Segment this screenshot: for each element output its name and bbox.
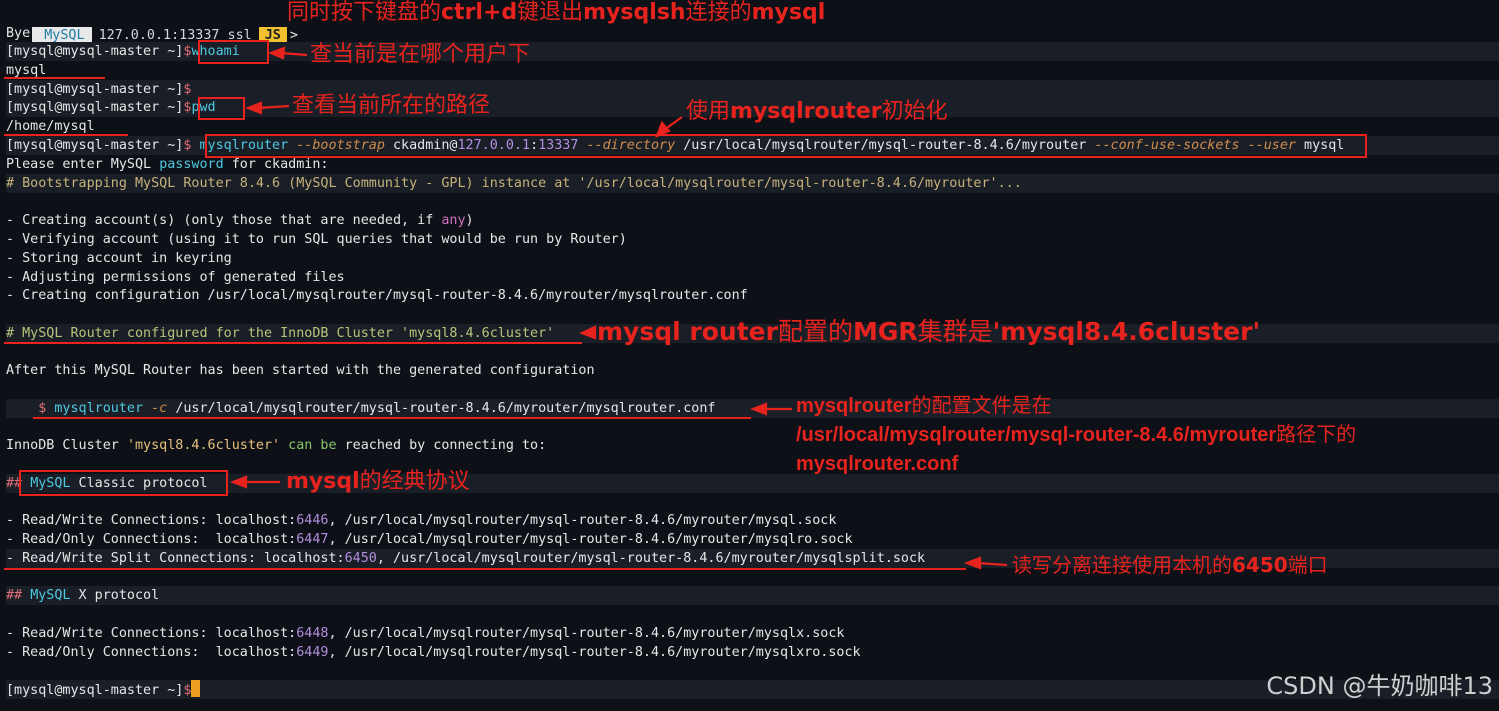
text: 读写分离连接使用本机的 [1012, 553, 1232, 577]
text: 6450 [1232, 553, 1288, 577]
text: 配置的 [777, 317, 853, 346]
text: 键退出 [517, 0, 584, 25]
annotation-exit: 同时按下键盘的ctrl+d键退出mysqlsh连接的mysql [287, 0, 825, 27]
text: mysql [286, 469, 360, 494]
text: mysqlsh [583, 0, 686, 25]
terminal-window[interactable]: MySQL 127.0.0.1:13337 ssl JS > Bye! [mysql@… [0, 0, 1499, 711]
annotation-rw-split: 读写分离连接使用本机的6450端口 [1012, 551, 1328, 579]
annotation-pwd: 查看当前所在的路径 [292, 92, 490, 120]
annotation-init: 使用mysqlrouter初始化 [686, 98, 948, 126]
annotation-mgr-cluster: mysql router配置的MGR集群是'mysql8.4.6cluster' [597, 316, 1260, 348]
annotation-whoami: 查当前是在哪个用户下 [310, 41, 530, 69]
text: 连接的 [685, 0, 752, 25]
text: 的配置文件是在 [911, 395, 1052, 417]
text: mysqlrouter.conf [796, 453, 959, 475]
annotation-config-file: mysqlrouter的配置文件是在/usr/local/mysqlrouter… [796, 392, 1356, 479]
text: 集群是 [917, 317, 993, 346]
text: mysql router [597, 317, 778, 346]
text: 查看当前所在的路径 [292, 93, 491, 118]
text: 的经典协议 [359, 469, 470, 494]
text: /usr/local/mysqlrouter/mysql-router-8.4.… [796, 424, 1277, 446]
text: 同时按下键盘的 [287, 0, 442, 25]
csdn-watermark: CSDN @牛奶咖啡13 [1266, 672, 1493, 700]
text: 查当前是在哪个用户下 [310, 42, 531, 67]
text: mysqlrouter [730, 99, 882, 124]
text: 使用 [686, 99, 731, 124]
text: 初始化 [881, 99, 948, 124]
text: 端口 [1287, 553, 1328, 577]
text: 'mysql8.4.6cluster' [992, 317, 1261, 346]
text: mysqlrouter [796, 395, 912, 417]
annotation-classic-protocol: mysql的经典协议 [286, 468, 470, 496]
text: MGR [852, 317, 918, 346]
text: mysql [751, 0, 826, 25]
text: 路径下的 [1276, 424, 1357, 446]
text: ctrl+d [441, 0, 518, 25]
